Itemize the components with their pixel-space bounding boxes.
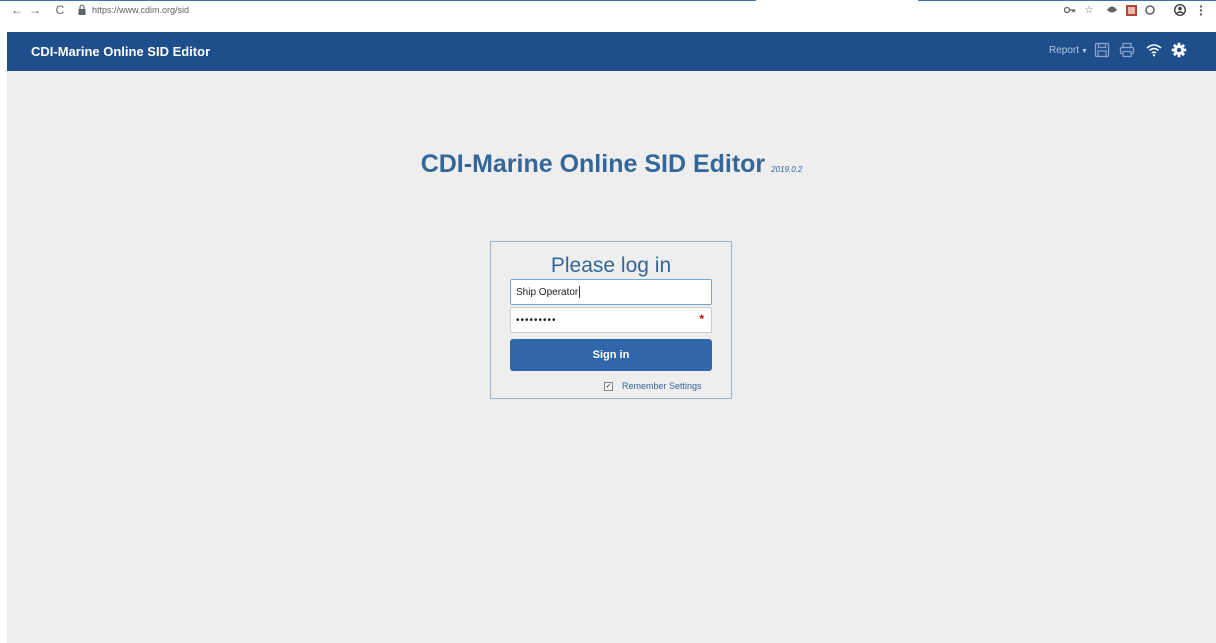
password-value: ••••••••• xyxy=(516,314,557,326)
menu-icon[interactable] xyxy=(1195,4,1207,16)
remember-label: Remember Settings xyxy=(622,381,702,391)
username-field[interactable]: Ship Operator xyxy=(510,279,712,305)
version-label: 2019.0.2 xyxy=(771,165,803,174)
loading-bar xyxy=(0,0,756,1)
extension-icon[interactable] xyxy=(1106,4,1118,16)
back-button[interactable]: ← xyxy=(10,3,24,17)
star-icon[interactable]: ☆ xyxy=(1083,4,1095,16)
circle-icon[interactable] xyxy=(1144,4,1156,16)
browser-toolbar: ← → C https://www.cdim.org/sid ☆ xyxy=(0,0,1216,22)
lock-icon xyxy=(78,4,86,15)
remember-settings[interactable]: ✓ Remember Settings xyxy=(604,380,702,392)
forward-button[interactable]: → xyxy=(28,3,42,17)
save-icon[interactable] xyxy=(1093,41,1111,59)
address-bar[interactable]: https://www.cdim.org/sid xyxy=(92,5,189,15)
app-brand[interactable]: CDI-Marine Online SID Editor xyxy=(31,44,210,59)
sign-in-button[interactable]: Sign in xyxy=(510,339,712,371)
pdf-icon[interactable] xyxy=(1125,4,1137,16)
report-dropdown[interactable]: Report ▼ xyxy=(1049,45,1088,56)
username-value: Ship Operator xyxy=(516,286,579,298)
loading-bar xyxy=(918,0,1216,1)
settings-icon[interactable] xyxy=(1170,41,1188,59)
login-heading: Please log in xyxy=(550,254,672,277)
key-icon[interactable] xyxy=(1064,4,1076,16)
chevron-down-icon: ▼ xyxy=(1081,48,1088,55)
wifi-icon[interactable] xyxy=(1145,41,1163,59)
page-title: CDI-Marine Online SID Editor xyxy=(420,150,766,178)
app-window: CDI-Marine Online SID Editor Report ▼ CD… xyxy=(7,32,1216,643)
remember-checkbox[interactable]: ✓ xyxy=(604,381,613,391)
password-field[interactable]: ••••••••• * xyxy=(510,307,712,333)
required-mark: * xyxy=(699,312,705,326)
text-cursor xyxy=(579,286,581,298)
profile-icon[interactable] xyxy=(1174,4,1186,16)
top-navbar: CDI-Marine Online SID Editor Report ▼ xyxy=(7,32,1216,71)
login-panel: Please log in Ship Operator ••••••••• * … xyxy=(490,241,732,399)
hero-heading: CDI-Marine Online SID Editor 2019.0.2 xyxy=(7,150,1216,179)
report-label: Report xyxy=(1049,45,1080,56)
print-icon[interactable] xyxy=(1118,41,1136,59)
reload-button[interactable]: C xyxy=(53,3,67,17)
